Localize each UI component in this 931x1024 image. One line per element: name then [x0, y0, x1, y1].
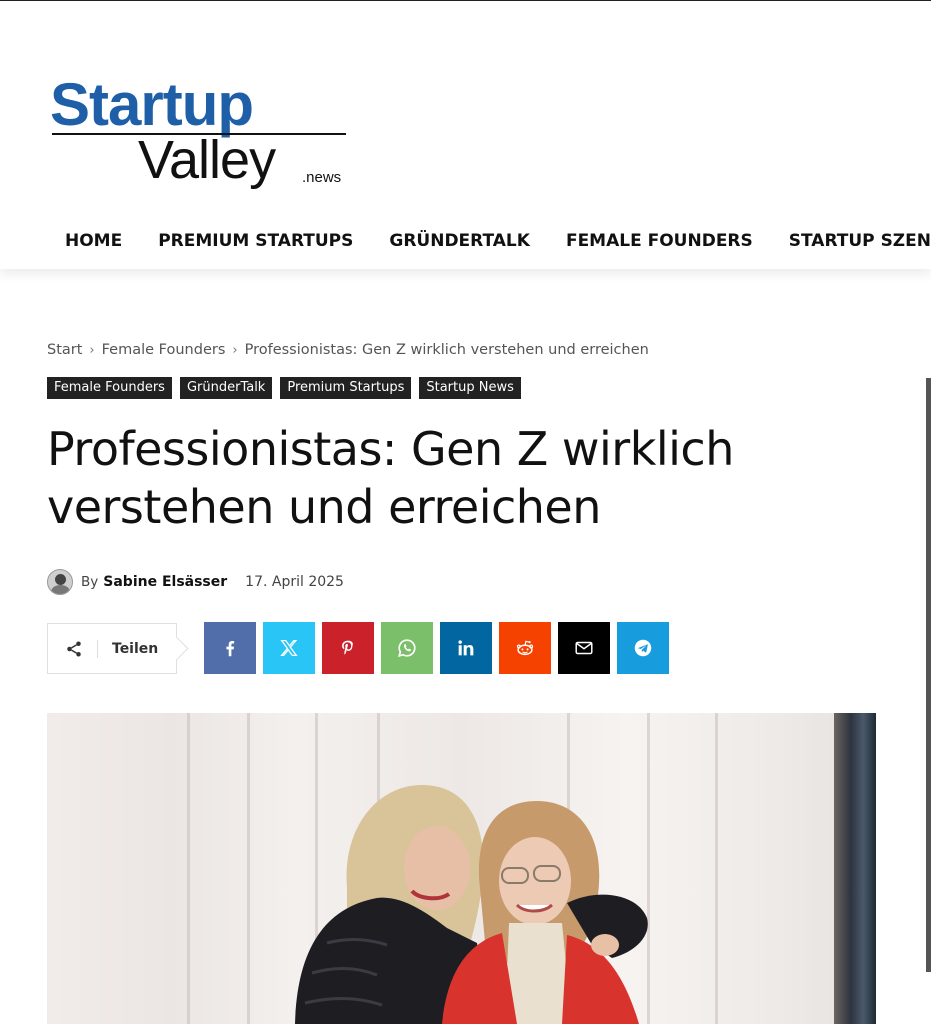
- tag-premium-startups[interactable]: Premium Startups: [280, 377, 412, 399]
- pinterest-share-button[interactable]: [322, 622, 374, 674]
- whatsapp-icon: [398, 639, 416, 657]
- facebook-share-button[interactable]: [204, 622, 256, 674]
- nav-label: HOME: [65, 231, 123, 251]
- site-header: Startup Valley .news HOME PREMIUM STARTU…: [0, 1, 931, 269]
- email-icon: [575, 641, 593, 655]
- share-divider: [97, 639, 98, 658]
- author-meta: By Sabine Elsässer 17. April 2025: [47, 569, 344, 595]
- pinterest-icon: [342, 640, 353, 655]
- nav-item-home[interactable]: HOME: [47, 231, 140, 251]
- author-name[interactable]: Sabine Elsässer: [103, 574, 227, 590]
- tag-female-founders[interactable]: Female Founders: [47, 377, 172, 399]
- breadcrumb-separator: ›: [89, 342, 95, 358]
- email-share-button[interactable]: [558, 622, 610, 674]
- facebook-icon: [226, 640, 235, 657]
- nav-label: GRÜNDERTALK: [389, 231, 530, 251]
- category-tags: Female Founders GründerTalk Premium Star…: [47, 377, 521, 399]
- logo-line2: Valley: [138, 130, 276, 190]
- tag-gruendertalk[interactable]: GründerTalk: [179, 377, 273, 399]
- x-twitter-icon: [280, 640, 298, 656]
- author-by-label: By: [81, 574, 99, 590]
- sidebar-edge: [926, 378, 931, 972]
- whatsapp-share-button[interactable]: [381, 622, 433, 674]
- hero-background-window: [834, 713, 876, 1024]
- breadcrumb: Start › Female Founders › Professionista…: [47, 342, 649, 358]
- breadcrumb-item-start[interactable]: Start: [47, 342, 82, 358]
- breadcrumb-separator: ›: [232, 342, 238, 358]
- linkedin-icon: [458, 640, 474, 656]
- share-button[interactable]: Teilen: [47, 623, 177, 674]
- linkedin-share-button[interactable]: [440, 622, 492, 674]
- reddit-share-button[interactable]: [499, 622, 551, 674]
- nav-item-female-founders[interactable]: FEMALE FOUNDERS: [548, 231, 771, 251]
- breadcrumb-item-current: Professionistas: Gen Z wirklich verstehe…: [244, 342, 649, 358]
- site-logo[interactable]: Startup Valley .news: [50, 75, 350, 199]
- logo-line1: Startup: [50, 71, 254, 138]
- telegram-icon: [634, 639, 652, 657]
- share-icon: [67, 641, 81, 656]
- nav-label: FEMALE FOUNDERS: [565, 231, 753, 251]
- publish-date: 17. April 2025: [245, 574, 344, 590]
- reddit-icon: [516, 640, 534, 656]
- article-hero-image: [47, 713, 876, 1024]
- social-share-buttons: [204, 622, 669, 674]
- breadcrumb-item-female-founders[interactable]: Female Founders: [102, 342, 226, 358]
- tag-startup-news[interactable]: Startup News: [419, 377, 521, 399]
- x-share-button[interactable]: [263, 622, 315, 674]
- avatar[interactable]: [47, 569, 73, 595]
- nav-label: STARTUP SZENE: [788, 231, 931, 251]
- logo-suffix: .news: [302, 169, 342, 186]
- main-nav: HOME PREMIUM STARTUPS GRÜNDERTALK FEMALE…: [47, 227, 931, 255]
- nav-label: PREMIUM STARTUPS: [158, 231, 354, 251]
- nav-item-gruendertalk[interactable]: GRÜNDERTALK: [371, 231, 548, 251]
- nav-item-premium-startups[interactable]: PREMIUM STARTUPS: [140, 231, 371, 251]
- nav-item-startup-szene[interactable]: STARTUP SZENE: [771, 231, 931, 251]
- article-title: Professionistas: Gen Z wirklich verstehe…: [47, 422, 734, 534]
- hero-photo-figures: [295, 785, 648, 1024]
- telegram-share-button[interactable]: [617, 622, 669, 674]
- share-label: Teilen: [112, 640, 159, 657]
